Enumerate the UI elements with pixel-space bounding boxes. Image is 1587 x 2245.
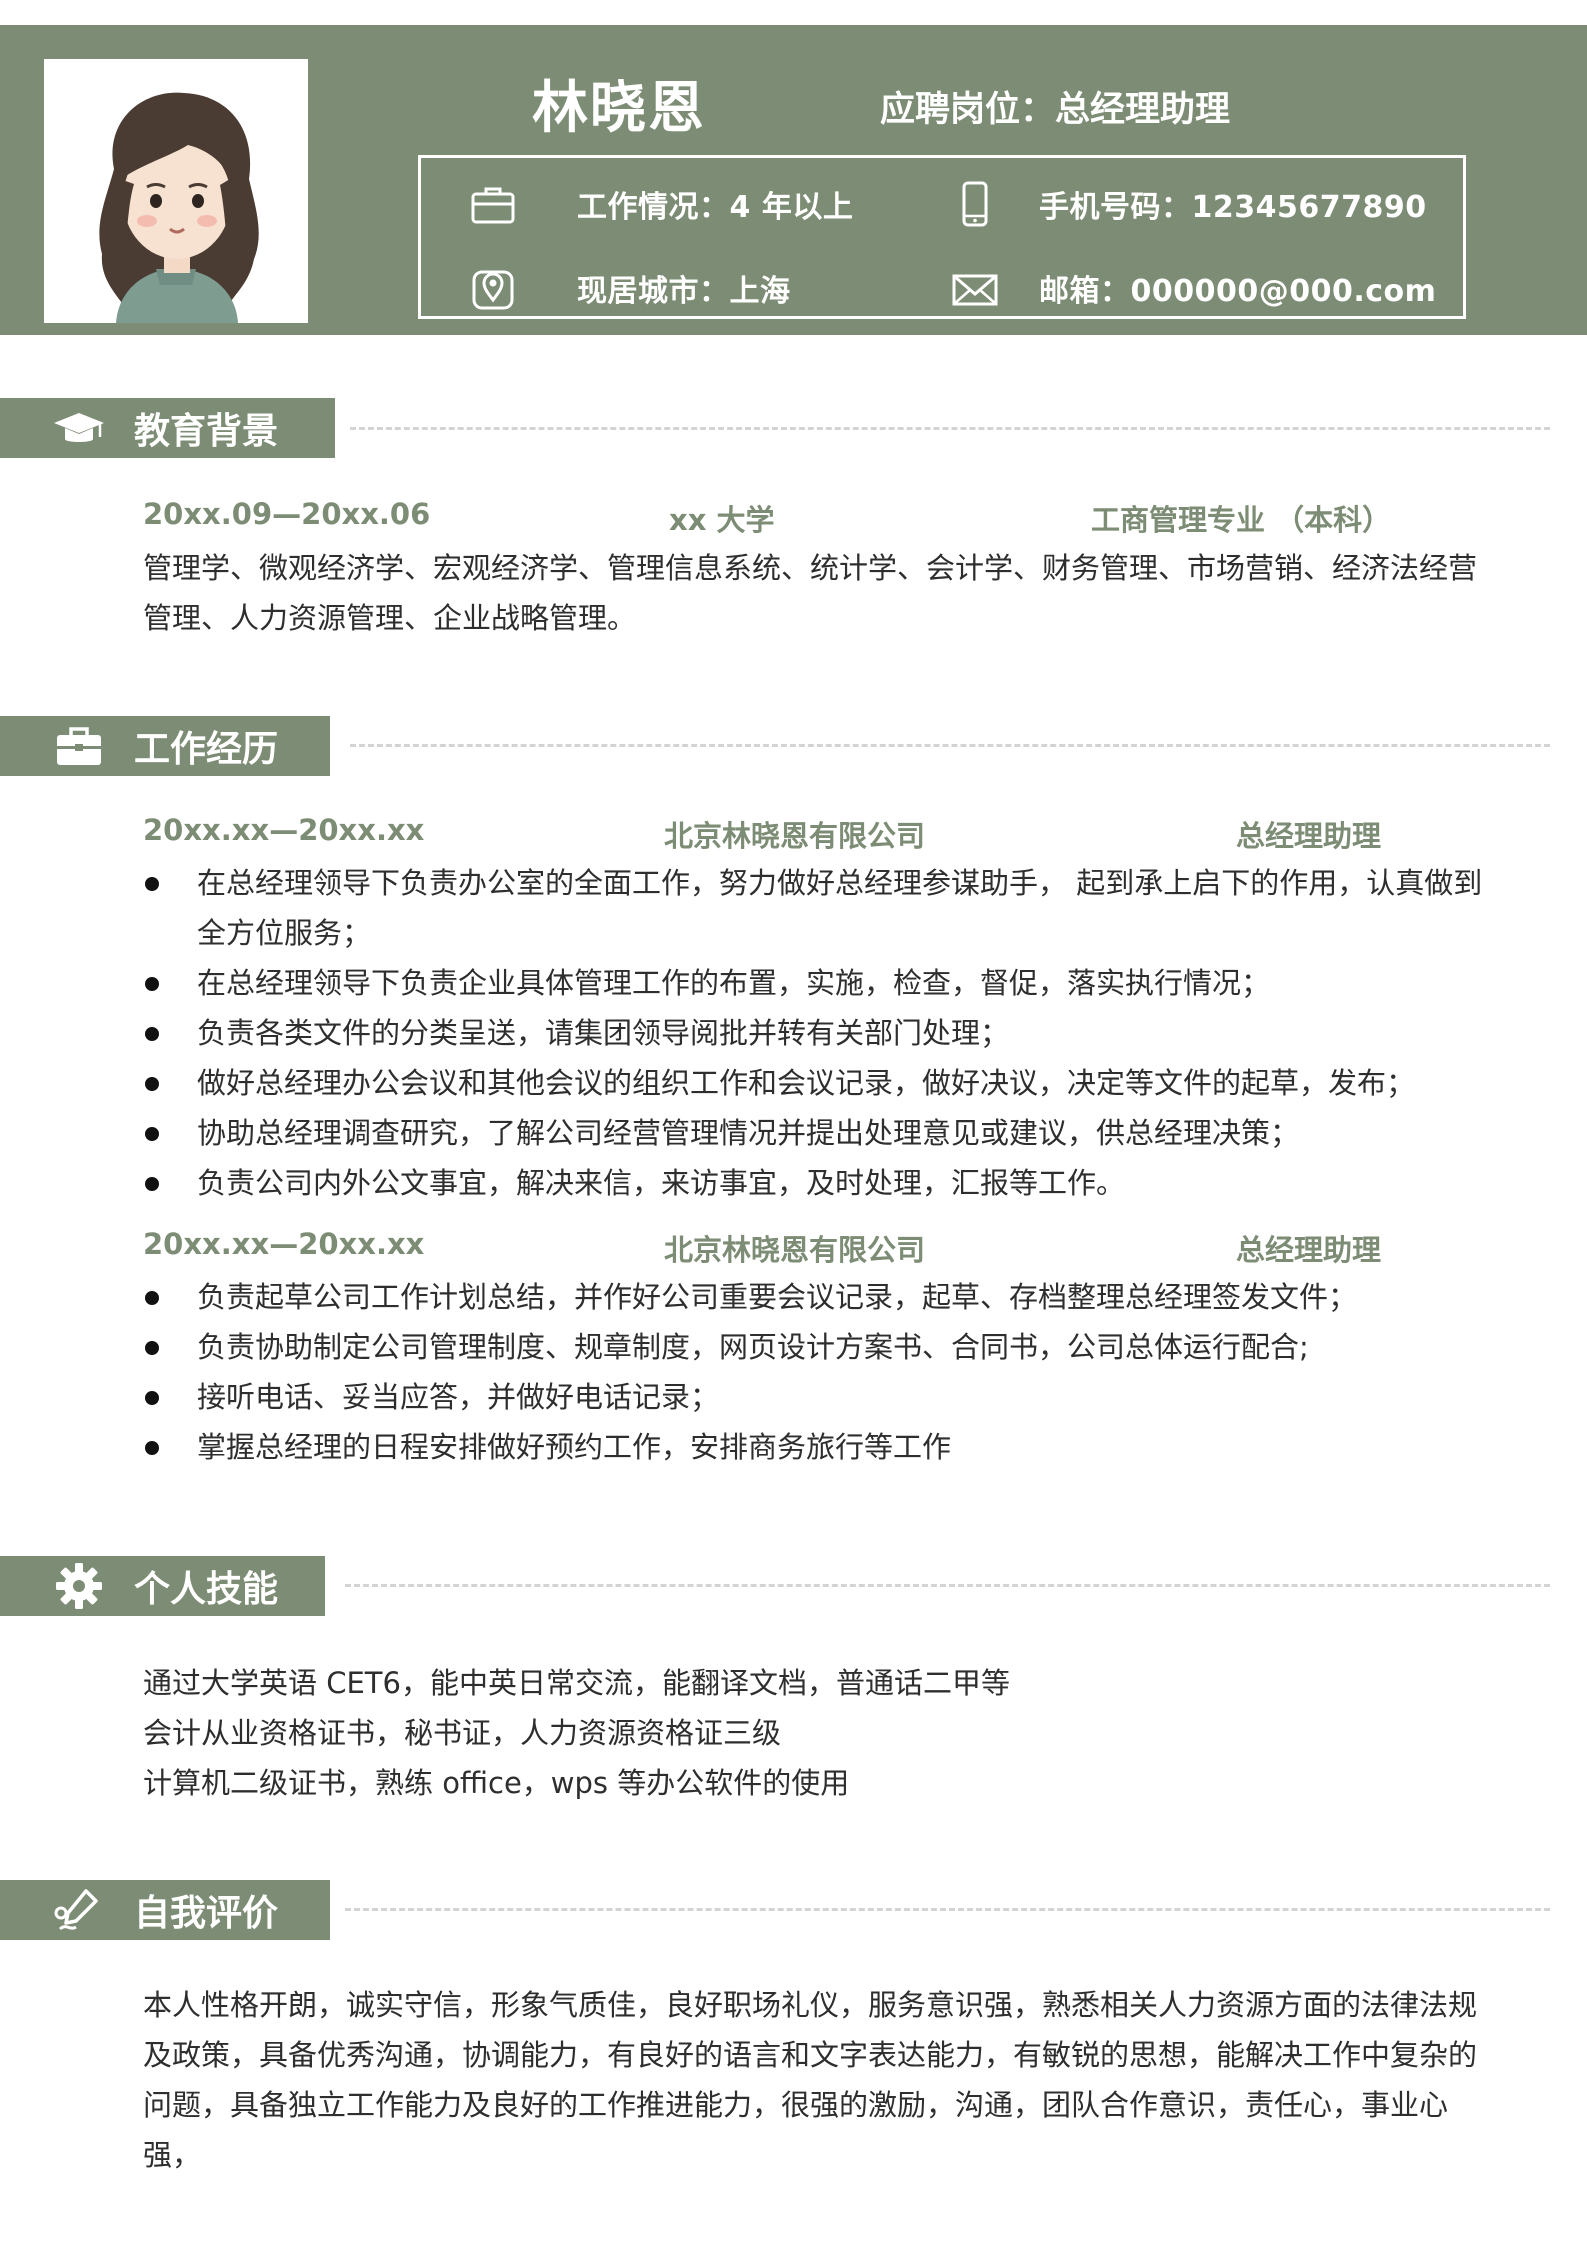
job-row-1: 20xx.xx—20xx.xx 北京林晓恩有限公司 总经理助理 [143,813,1493,853]
job-company: 北京林晓恩有限公司 [664,819,926,853]
list-item: 负责公司内外公文事宜，解决来信，来访事宜，及时处理，汇报等工作。 [143,1158,1503,1208]
education-divider [350,427,1550,430]
job-period: 20xx.xx—20xx.xx [143,813,425,847]
pen-icon [52,1883,106,1937]
skills-tab: 个人技能 [0,1556,325,1616]
applied-position: 应聘岗位：总经理助理 [880,90,1231,130]
city-text: 现居城市：上海 [577,274,791,309]
candidate-name: 林晓恩 [532,76,706,141]
location-pin-icon [469,264,517,312]
work-section-header: 工作经历 [0,716,330,776]
work-status: 工作情况：4 年以上 [469,180,853,228]
briefcase-icon [469,180,517,228]
phone: 手机号码：12345677890 [951,180,1427,228]
self-eval-text: 本人性格开朗，诚实守信，形象气质佳，良好职场礼仪，服务意识强，熟悉相关人力资源方… [143,1988,1478,2172]
work-status-text: 工作情况：4 年以上 [577,190,854,225]
job-duties-1: 在总经理领导下负责办公室的全面工作，努力做好总经理参谋助手， 起到承上启下的作用… [143,858,1503,1208]
education-section-header: 教育背景 [0,398,335,458]
self-eval-divider [345,1908,1550,1911]
list-item: 负责协助制定公司管理制度、规章制度，网页设计方案书、合同书，公司总体运行配合; [143,1322,1503,1372]
skills-title: 个人技能 [134,1569,279,1610]
education-period: 20xx.09—20xx.06 [143,497,431,531]
skill-item: 计算机二级证书，熟练 office，wps 等办公软件的使用 [143,1766,850,1800]
email-text[interactable]: 邮箱：000000@000.com [1039,266,1436,310]
skills-divider [345,1584,1550,1587]
mobile-phone-icon [951,180,999,228]
self-eval-section-header: 自我评价 [0,1880,330,1940]
job-role: 总经理助理 [1236,1233,1382,1267]
skill-item: 通过大学英语 CET6，能中英日常交流，能翻译文档，普通话二甲等 [143,1666,1010,1700]
job-duties-2: 负责起草公司工作计划总结，并作好公司重要会议记录，起草、存档整理总经理签发文件；… [143,1272,1503,1472]
skills-section-header: 个人技能 [0,1556,325,1616]
education-school: xx 大学 [669,503,775,537]
briefcase-icon [52,719,106,773]
list-item: 做好总经理办公会议和其他会议的组织工作和会议记录，做好决议，决定等文件的起草，发… [143,1058,1503,1108]
current-city: 现居城市：上海 [469,264,791,312]
self-eval-tab: 自我评价 [0,1880,330,1940]
phone-text[interactable]: 手机号码：12345677890 [1039,182,1427,226]
job-company: 北京林晓恩有限公司 [664,1233,926,1267]
list-item: 掌握总经理的日程安排做好预约工作，安排商务旅行等工作 [143,1422,1503,1472]
work-divider [350,744,1550,747]
list-item: 接听电话、妥当应答，并做好电话记录； [143,1372,1503,1422]
education-tab: 教育背景 [0,398,335,458]
education-title: 教育背景 [134,411,279,452]
avatar [44,59,308,323]
job-row-2: 20xx.xx—20xx.xx 北京林晓恩有限公司 总经理助理 [143,1227,1493,1267]
gear-icon [52,1559,106,1613]
envelope-icon [951,264,999,312]
education-row: 20xx.09—20xx.06 xx 大学 工商管理专业 （本科） [143,497,1493,537]
list-item: 负责起草公司工作计划总结，并作好公司重要会议记录，起草、存档整理总经理签发文件； [143,1272,1503,1322]
skill-item: 会计从业资格证书，秘书证，人力资源资格证三级 [143,1716,782,1750]
education-major: 工商管理专业 （本科） [1091,503,1392,537]
list-item: 在总经理领导下负责企业具体管理工作的布置，实施，检查，督促，落实执行情况； [143,958,1503,1008]
education-courses: 管理学、微观经济学、宏观经济学、管理信息系统、统计学、会计学、财务管理、市场营销… [143,551,1478,635]
work-title: 工作经历 [134,729,279,770]
avatar-illustration [99,92,259,323]
graduation-cap-icon [52,401,106,455]
self-eval-title: 自我评价 [134,1893,279,1934]
resume-header: 林晓恩 应聘岗位：总经理助理 工作情况：4 年以上 手机号码：123456778… [0,25,1587,335]
work-tab: 工作经历 [0,716,330,776]
list-item: 在总经理领导下负责办公室的全面工作，努力做好总经理参谋助手， 起到承上启下的作用… [143,858,1503,958]
list-item: 协助总经理调查研究，了解公司经营管理情况并提出处理意见或建议，供总经理决策； [143,1108,1503,1158]
email: 邮箱：000000@000.com [951,264,1436,312]
skills-list: 通过大学英语 CET6，能中英日常交流，能翻译文档，普通话二甲等 会计从业资格证… [143,1658,1503,1808]
job-role: 总经理助理 [1236,819,1382,853]
job-period: 20xx.xx—20xx.xx [143,1227,425,1261]
list-item: 负责各类文件的分类呈送，请集团领导阅批并转有关部门处理； [143,1008,1503,1058]
contact-info-box: 工作情况：4 年以上 手机号码：12345677890 现居城市：上海 邮箱：0… [418,155,1466,319]
